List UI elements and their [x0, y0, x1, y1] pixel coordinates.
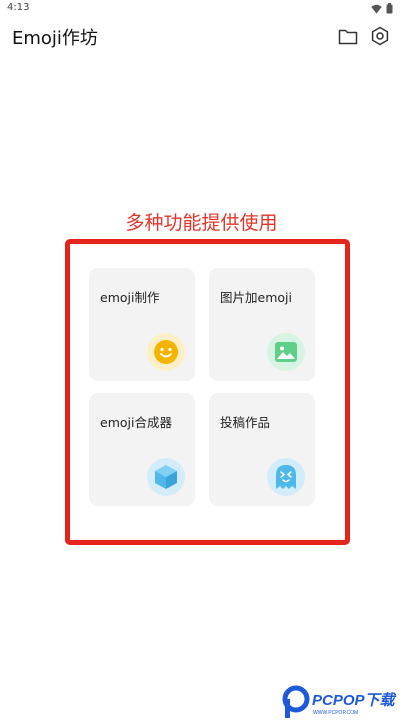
- app-bar: Emoji作坊: [0, 18, 403, 54]
- card-emoji-maker[interactable]: emoji制作: [89, 268, 195, 381]
- card-label: 投稿作品: [220, 415, 271, 430]
- status-bar: 4:13: [0, 0, 403, 18]
- smiley-icon: [147, 333, 185, 371]
- settings-icon: [371, 26, 389, 46]
- card-label: 图片加emoji: [220, 290, 292, 305]
- image-icon: [267, 333, 305, 371]
- ghost-icon: [267, 458, 305, 496]
- promo-caption: 多种功能提供使用: [125, 212, 278, 234]
- watermark-subtext: WWW.PCPOP.COM: [313, 710, 358, 716]
- watermark-text: PCPOP下载: [312, 692, 397, 709]
- pcpop-watermark: PCPOP下载 WWW.PCPOP.COM: [279, 682, 403, 720]
- wifi-icon: [371, 4, 382, 13]
- status-icons: [371, 3, 393, 14]
- app-title: Emoji作坊: [12, 28, 98, 49]
- app-actions: [337, 25, 391, 47]
- card-submit-works[interactable]: 投稿作品: [209, 393, 315, 506]
- folder-button[interactable]: [337, 25, 359, 47]
- battery-icon: [386, 3, 393, 14]
- cube-icon: [147, 458, 185, 496]
- status-time: 4:13: [7, 2, 30, 13]
- card-emoji-combiner[interactable]: emoji合成器: [89, 393, 195, 506]
- settings-button[interactable]: [369, 25, 391, 47]
- card-image-add-emoji[interactable]: 图片加emoji: [209, 268, 315, 381]
- card-label: emoji合成器: [100, 415, 172, 430]
- folder-icon: [338, 29, 358, 44]
- card-label: emoji制作: [100, 290, 160, 305]
